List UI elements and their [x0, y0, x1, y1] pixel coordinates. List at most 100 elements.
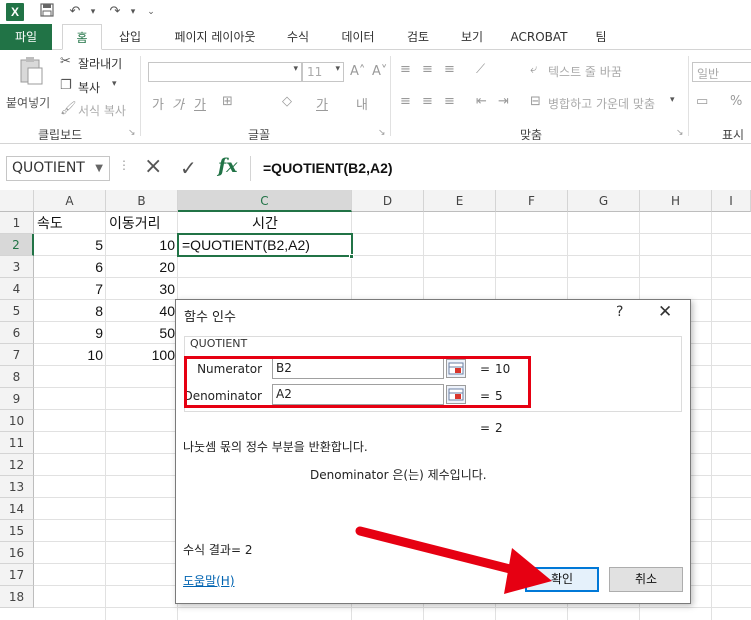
- align-bottom-icon[interactable]: ≡: [444, 62, 455, 77]
- tab-review[interactable]: 검토: [396, 24, 440, 50]
- align-middle-icon[interactable]: ≡: [422, 62, 433, 77]
- row-header-11[interactable]: 11: [0, 432, 34, 454]
- cancel-icon[interactable]: ×: [144, 154, 162, 179]
- cell-b2[interactable]: 10: [106, 234, 178, 256]
- align-top-icon[interactable]: ≡: [400, 62, 411, 77]
- cell-b7[interactable]: 100: [106, 344, 178, 366]
- tab-view[interactable]: 보기: [450, 24, 494, 50]
- cut-button[interactable]: ✂ 잘라내기: [60, 54, 140, 72]
- number-format-box[interactable]: 일반: [692, 62, 751, 82]
- clipboard-launcher-icon[interactable]: ↘: [128, 128, 136, 138]
- tab-acrobat[interactable]: ACROBAT: [504, 24, 574, 50]
- row-header-14[interactable]: 14: [0, 498, 34, 520]
- insert-function-icon[interactable]: fx: [218, 155, 238, 177]
- font-name-box[interactable]: ▾: [148, 62, 302, 82]
- cell-b5[interactable]: 40: [106, 300, 178, 322]
- font-size-box[interactable]: 11 ▾: [302, 62, 344, 82]
- column-header-b[interactable]: B: [106, 190, 178, 212]
- cell-a7[interactable]: 10: [34, 344, 106, 366]
- orientation-icon[interactable]: ⟋: [476, 62, 485, 77]
- row-header-15[interactable]: 15: [0, 520, 34, 542]
- column-header-g[interactable]: G: [568, 190, 640, 212]
- tab-home[interactable]: 홈: [62, 24, 102, 50]
- cell-a1[interactable]: 속도: [34, 212, 106, 234]
- cell-a6[interactable]: 9: [34, 322, 106, 344]
- row-header-16[interactable]: 16: [0, 542, 34, 564]
- row-header-2[interactable]: 2: [0, 234, 34, 256]
- align-right-icon[interactable]: ≡: [444, 94, 455, 109]
- fill-handle[interactable]: [349, 254, 354, 259]
- redo-dropdown-icon[interactable]: ▾: [124, 3, 142, 21]
- column-header-h[interactable]: H: [640, 190, 712, 212]
- row-header-5[interactable]: 5: [0, 300, 34, 322]
- column-header-f[interactable]: F: [496, 190, 568, 212]
- row-header-10[interactable]: 10: [0, 410, 34, 432]
- close-icon[interactable]: ✕: [658, 302, 672, 322]
- tab-insert[interactable]: 삽입: [108, 24, 152, 50]
- row-header-1[interactable]: 1: [0, 212, 34, 234]
- merge-center-button[interactable]: ⊟ 병합하고 가운데 맞춤 ▾: [530, 94, 680, 112]
- undo-dropdown-icon[interactable]: ▾: [84, 3, 102, 21]
- column-header-e[interactable]: E: [424, 190, 496, 212]
- row-header-7[interactable]: 7: [0, 344, 34, 366]
- underline-icon[interactable]: 가: [194, 94, 206, 113]
- name-box-dropdown-icon[interactable]: ▼: [95, 157, 103, 180]
- undo-icon[interactable]: ↶: [66, 3, 84, 21]
- paste-button[interactable]: 붙여넣기: [6, 54, 52, 114]
- copy-button[interactable]: ❐ 복사 ▾: [60, 78, 130, 96]
- select-all-corner[interactable]: [0, 190, 34, 212]
- column-header-d[interactable]: D: [352, 190, 424, 212]
- column-header-c[interactable]: C: [178, 190, 352, 212]
- save-icon[interactable]: [38, 3, 56, 21]
- cell-a2[interactable]: 5: [34, 234, 106, 256]
- phonetic-icon[interactable]: 내: [356, 94, 368, 113]
- currency-icon[interactable]: ▭: [696, 94, 708, 109]
- font-launcher-icon[interactable]: ↘: [378, 128, 386, 138]
- cell-c2-active[interactable]: =QUOTIENT(B2,A2): [177, 233, 353, 257]
- customize-qat-icon[interactable]: ⌄: [142, 3, 160, 21]
- cell-b4[interactable]: 30: [106, 278, 178, 300]
- cell-a3[interactable]: 6: [34, 256, 106, 278]
- redo-icon[interactable]: ↷: [106, 3, 124, 21]
- row-header-4[interactable]: 4: [0, 278, 34, 300]
- cell-b3[interactable]: 20: [106, 256, 178, 278]
- tab-file[interactable]: 파일: [0, 24, 52, 50]
- column-header-a[interactable]: A: [34, 190, 106, 212]
- cell-c1[interactable]: 시간: [178, 212, 352, 234]
- cell-b6[interactable]: 50: [106, 322, 178, 344]
- increase-font-icon[interactable]: A˄: [350, 64, 365, 79]
- tab-data[interactable]: 데이터: [332, 24, 384, 50]
- name-box[interactable]: QUOTIENT ▼: [6, 156, 110, 181]
- font-color-icon[interactable]: 가: [316, 94, 328, 113]
- formula-input[interactable]: =QUOTIENT(B2,A2): [250, 156, 750, 181]
- cell-a4[interactable]: 7: [34, 278, 106, 300]
- increase-indent-icon[interactable]: ⇥: [498, 94, 509, 109]
- row-header-6[interactable]: 6: [0, 322, 34, 344]
- help-link[interactable]: 도움말(H): [183, 572, 235, 589]
- tab-team[interactable]: 팀: [586, 24, 616, 50]
- tab-formulas[interactable]: 수식: [276, 24, 320, 50]
- tab-page-layout[interactable]: 페이지 레이아웃: [160, 24, 270, 50]
- decrease-indent-icon[interactable]: ⇤: [476, 94, 487, 109]
- fill-color-icon[interactable]: ◇: [282, 94, 292, 109]
- row-header-3[interactable]: 3: [0, 256, 34, 278]
- percent-icon[interactable]: %: [730, 94, 742, 109]
- align-left-icon[interactable]: ≡: [400, 94, 411, 109]
- row-header-12[interactable]: 12: [0, 454, 34, 476]
- merge-dropdown-icon[interactable]: ▾: [670, 95, 675, 105]
- enter-icon[interactable]: ✓: [180, 156, 197, 180]
- help-icon[interactable]: ?: [616, 304, 623, 320]
- decrease-font-icon[interactable]: A˅: [372, 64, 387, 79]
- row-header-17[interactable]: 17: [0, 564, 34, 586]
- row-header-9[interactable]: 9: [0, 388, 34, 410]
- cancel-button[interactable]: 취소: [609, 567, 683, 592]
- format-painter-button[interactable]: 🖌 서식 복사: [60, 101, 140, 119]
- font-name-dropdown-icon[interactable]: ▾: [293, 64, 298, 74]
- ok-button[interactable]: 확인: [525, 567, 599, 592]
- row-header-18[interactable]: 18: [0, 586, 34, 608]
- copy-dropdown-icon[interactable]: ▾: [112, 79, 117, 89]
- row-header-13[interactable]: 13: [0, 476, 34, 498]
- wrap-text-button[interactable]: ⤶ 텍스트 줄 바꿈: [530, 62, 640, 80]
- border-icon[interactable]: ⊞: [222, 94, 233, 109]
- align-center-icon[interactable]: ≡: [422, 94, 433, 109]
